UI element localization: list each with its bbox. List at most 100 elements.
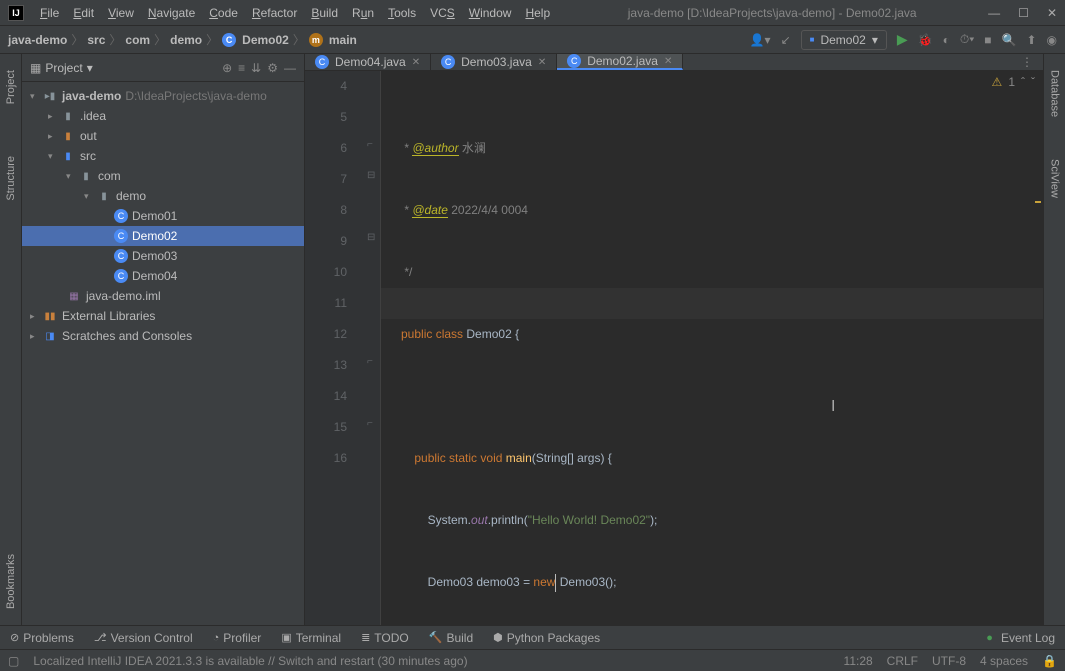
coverage-icon[interactable]: ◐ bbox=[943, 33, 950, 47]
menu-window[interactable]: Window bbox=[463, 4, 518, 22]
breadcrumb-demo[interactable]: demo bbox=[170, 33, 202, 47]
tree-iml-file[interactable]: ▦java-demo.iml bbox=[22, 286, 304, 306]
sync-icon[interactable]: ⬆ bbox=[1026, 33, 1036, 47]
profile-icon[interactable]: ⏱▾ bbox=[960, 32, 974, 47]
line-number[interactable]: 8 bbox=[305, 195, 347, 226]
collapse-all-icon[interactable]: ⇊ bbox=[251, 61, 261, 75]
tab-more-icon[interactable]: ⋮ bbox=[1011, 54, 1043, 70]
tab-close-icon[interactable]: ✕ bbox=[538, 57, 546, 68]
search-icon[interactable]: 🔍 bbox=[1002, 33, 1017, 47]
line-number[interactable]: 13 bbox=[305, 350, 347, 381]
debug-icon[interactable]: 🐞 bbox=[918, 33, 933, 47]
line-number[interactable]: 5 bbox=[305, 102, 347, 133]
left-tab-structure[interactable]: Structure bbox=[3, 150, 19, 207]
project-view-selector[interactable]: Project ▾ bbox=[30, 61, 93, 75]
line-number[interactable]: 6 bbox=[305, 133, 347, 164]
breadcrumb-src[interactable]: src bbox=[87, 33, 105, 47]
menu-code[interactable]: Code bbox=[203, 4, 244, 22]
menu-run[interactable]: Run bbox=[346, 4, 380, 22]
menu-tools[interactable]: Tools bbox=[382, 4, 422, 22]
line-number[interactable]: 10 bbox=[305, 257, 347, 288]
breadcrumb-method[interactable]: main bbox=[329, 33, 357, 47]
stop-icon[interactable]: ■ bbox=[984, 33, 991, 47]
ide-settings-icon[interactable]: ◉ bbox=[1047, 33, 1057, 47]
tree-class-demo04[interactable]: CDemo04 bbox=[22, 266, 304, 286]
fold-close-icon[interactable]: ⌐ bbox=[367, 356, 373, 367]
tab-close-icon[interactable]: ✕ bbox=[664, 56, 672, 67]
menu-view[interactable]: View bbox=[102, 4, 140, 22]
menu-edit[interactable]: Edit bbox=[67, 4, 100, 22]
prev-highlight-icon[interactable]: ˆ bbox=[1021, 75, 1025, 89]
tree-class-demo03[interactable]: CDemo03 bbox=[22, 246, 304, 266]
status-indent[interactable]: 4 spaces bbox=[980, 654, 1028, 668]
breadcrumb-class[interactable]: Demo02 bbox=[242, 33, 289, 47]
gear-icon[interactable]: ⚙ bbox=[267, 61, 278, 75]
tool-python-packages[interactable]: ⬢ Python Packages bbox=[493, 631, 600, 645]
tree-class-demo02[interactable]: CDemo02 bbox=[22, 226, 304, 246]
tree-idea-folder[interactable]: ▸▮.idea bbox=[22, 106, 304, 126]
menu-refactor[interactable]: Refactor bbox=[246, 4, 303, 22]
tool-todo[interactable]: ≣ TODO bbox=[361, 631, 409, 645]
tool-event-log[interactable]: Event Log bbox=[986, 631, 1055, 645]
menu-build[interactable]: Build bbox=[305, 4, 344, 22]
line-number[interactable]: 16 bbox=[305, 443, 347, 474]
status-lock-icon[interactable]: 🔒 bbox=[1042, 654, 1057, 668]
line-number[interactable]: 14 bbox=[305, 381, 347, 412]
fold-close-icon[interactable]: ⌐ bbox=[367, 139, 373, 150]
status-encoding[interactable]: UTF-8 bbox=[932, 654, 966, 668]
fold-close-icon[interactable]: ⌐ bbox=[367, 418, 373, 429]
menu-file[interactable]: File bbox=[34, 4, 65, 22]
line-number[interactable]: 4 bbox=[305, 71, 347, 102]
tool-problems[interactable]: ⊘ Problems bbox=[10, 631, 74, 645]
hide-icon[interactable]: — bbox=[284, 61, 296, 75]
maximize-icon[interactable]: ☐ bbox=[1018, 6, 1029, 20]
tree-class-demo01[interactable]: CDemo01 bbox=[22, 206, 304, 226]
line-number[interactable]: 11 bbox=[305, 288, 347, 319]
left-tab-bookmarks[interactable]: Bookmarks bbox=[3, 548, 19, 615]
add-user-icon[interactable]: 👤▾ bbox=[750, 33, 771, 47]
status-position[interactable]: 11:28 bbox=[844, 654, 873, 668]
inspection-widget[interactable]: ⚠ 1 ˆ ˇ bbox=[992, 75, 1035, 89]
tool-terminal[interactable]: ▣ Terminal bbox=[281, 631, 341, 645]
locate-icon[interactable]: ⊕ bbox=[222, 61, 232, 75]
minimize-icon[interactable]: — bbox=[988, 6, 1000, 20]
tree-project-root[interactable]: ▾▸▮java-demoD:\IdeaProjects\java-demo bbox=[22, 86, 304, 106]
menu-help[interactable]: Help bbox=[519, 4, 556, 22]
tree-scratches[interactable]: ▸◨Scratches and Consoles bbox=[22, 326, 304, 346]
menu-vcs[interactable]: VCS bbox=[424, 4, 461, 22]
close-icon[interactable]: ✕ bbox=[1047, 6, 1057, 20]
line-number[interactable]: 9 bbox=[305, 226, 347, 257]
tree-external-libraries[interactable]: ▸▮▮External Libraries bbox=[22, 306, 304, 326]
fold-open-icon[interactable]: ⊟ bbox=[367, 232, 375, 243]
right-tab-sciview[interactable]: SciView bbox=[1047, 153, 1063, 204]
line-number[interactable]: 12 bbox=[305, 319, 347, 350]
status-line-separator[interactable]: CRLF bbox=[887, 654, 918, 668]
tree-src-folder[interactable]: ▾▮src bbox=[22, 146, 304, 166]
tool-version-control[interactable]: ⎇ Version Control bbox=[94, 631, 193, 645]
run-config-label: Demo02 bbox=[820, 33, 865, 47]
run-icon[interactable]: ▶ bbox=[897, 31, 908, 48]
tree-demo-folder[interactable]: ▾▮demo bbox=[22, 186, 304, 206]
status-toggle-icon[interactable]: ▢ bbox=[8, 654, 19, 668]
run-config-selector[interactable]: Demo02 ▾ bbox=[801, 30, 887, 50]
menu-navigate[interactable]: Navigate bbox=[142, 4, 201, 22]
breadcrumb-com[interactable]: com bbox=[125, 33, 150, 47]
status-message[interactable]: Localized IntelliJ IDEA 2021.3.3 is avai… bbox=[33, 654, 467, 668]
code-content[interactable]: * @author 水澜 * @date 2022/4/4 0004 */ pu… bbox=[381, 71, 1043, 625]
tool-build[interactable]: 🔨 Build bbox=[429, 631, 473, 645]
tree-out-folder[interactable]: ▸▮out bbox=[22, 126, 304, 146]
tab-demo04[interactable]: CDemo04.java✕ bbox=[305, 54, 431, 70]
tab-demo03[interactable]: CDemo03.java✕ bbox=[431, 54, 557, 70]
tree-com-folder[interactable]: ▾▮com bbox=[22, 166, 304, 186]
tool-profiler[interactable]: ◔ Profiler bbox=[213, 631, 262, 645]
tab-demo02[interactable]: CDemo02.java✕ bbox=[557, 54, 683, 70]
fold-open-icon[interactable]: ⊟ bbox=[367, 170, 375, 181]
breadcrumb-project[interactable]: java-demo bbox=[8, 33, 67, 47]
update-icon[interactable]: ↙ bbox=[781, 33, 791, 47]
left-tab-project[interactable]: Project bbox=[3, 64, 19, 110]
tab-close-icon[interactable]: ✕ bbox=[412, 57, 420, 68]
line-number[interactable]: 7 bbox=[305, 164, 347, 195]
line-number[interactable]: 15 bbox=[305, 412, 347, 443]
expand-all-icon[interactable]: ≡ bbox=[238, 61, 245, 75]
right-tab-database[interactable]: Database bbox=[1047, 64, 1063, 123]
